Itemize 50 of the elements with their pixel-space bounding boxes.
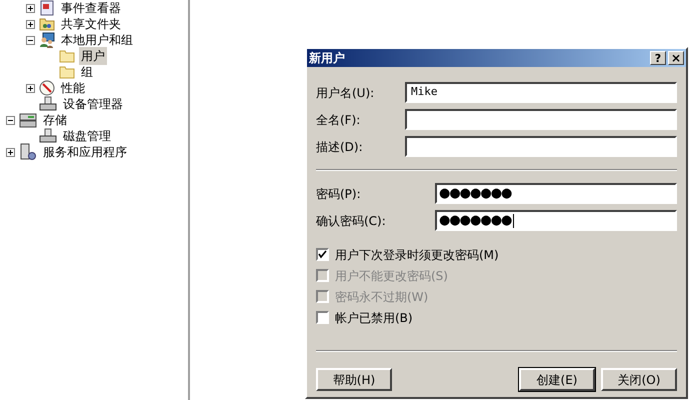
help-button[interactable]: ?	[650, 51, 666, 65]
log-icon	[39, 0, 55, 16]
checkbox-label: 帐户已禁用(B)	[335, 310, 413, 326]
checkbox[interactable]	[316, 248, 329, 261]
input-field[interactable]: Mike	[405, 82, 677, 103]
field-label: 密码(P):	[316, 186, 362, 202]
password-field[interactable]: ●●●●●●●	[435, 210, 677, 231]
tree-item[interactable]: 事件查看器	[59, 0, 123, 17]
shared-folder-icon	[39, 16, 55, 32]
password-dots: ●●●●●●●	[439, 187, 512, 200]
input-field[interactable]	[405, 109, 677, 130]
tree-item[interactable]: 服务和应用程序	[41, 143, 129, 161]
dialog-button[interactable]: 关闭(O)	[601, 368, 677, 391]
field-label: 描述(D):	[316, 138, 364, 156]
storage-icon	[19, 112, 37, 128]
close-button[interactable]: ×	[668, 51, 684, 65]
checkbox-label: 密码永不过期(W)	[335, 288, 428, 306]
checkbox-label: 用户下次登录时须更改密码(M)	[335, 246, 499, 264]
password-dots: ●●●●●●●	[439, 214, 512, 227]
tree-item[interactable]: 性能	[59, 79, 87, 97]
tree-item[interactable]: 组	[79, 63, 95, 81]
computer-icon	[39, 96, 57, 112]
expand-icon[interactable]	[26, 84, 35, 92]
checkbox[interactable]	[316, 311, 329, 324]
field-label: 用户名(U):	[316, 84, 376, 102]
tree-item[interactable]: 磁盘管理	[61, 127, 113, 145]
input-field[interactable]	[405, 136, 677, 157]
checkbox-label: 用户不能更改密码(S)	[335, 268, 448, 284]
collapse-icon[interactable]	[6, 116, 15, 124]
expand-icon[interactable]	[26, 20, 35, 28]
tree-item[interactable]: 设备管理器	[61, 95, 125, 113]
tree-item[interactable]: 用户	[79, 47, 107, 65]
tree-item[interactable]: 本地用户和组	[59, 31, 135, 49]
dialog-button[interactable]: 创建(E)	[519, 368, 595, 391]
expand-icon[interactable]	[6, 148, 15, 156]
dialog-button[interactable]: 帮助(H)	[316, 368, 392, 391]
expand-icon[interactable]	[26, 4, 35, 12]
gauge-icon	[39, 80, 55, 96]
folder-icon	[59, 49, 75, 63]
collapse-icon[interactable]	[26, 36, 35, 44]
folder-icon	[59, 65, 75, 79]
window-title: 新用户	[309, 50, 345, 67]
field-label: 确认密码(C):	[316, 212, 387, 230]
field-label: 全名(F):	[316, 112, 362, 128]
server-icon	[19, 143, 37, 161]
users-icon	[39, 32, 55, 48]
computer-icon	[39, 128, 57, 144]
tree-item[interactable]: 存储	[41, 111, 69, 129]
password-field[interactable]: ●●●●●●●	[435, 183, 677, 204]
tree-item[interactable]: 共享文件夹	[59, 15, 123, 33]
